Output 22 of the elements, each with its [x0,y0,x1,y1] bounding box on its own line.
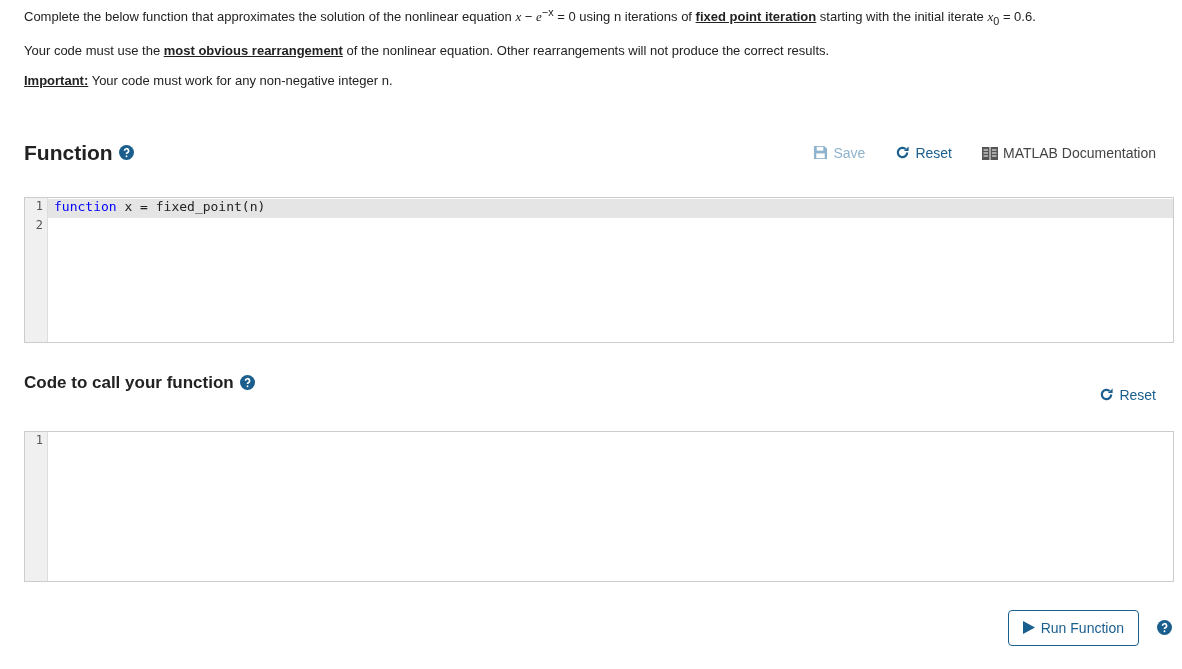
code-editor[interactable]: 1 [24,430,1174,582]
refresh-icon [1099,387,1115,403]
run-function-button[interactable]: Run Function [1007,609,1139,646]
refresh-icon [895,145,911,161]
section-title: Code to call your function [24,372,234,393]
instruction-text: Important: Your code must work for any non-negative integer n. [24,71,394,90]
line-number: 1 [34,432,44,449]
book-icon [981,145,998,160]
help-icon[interactable] [239,375,255,391]
save-icon [813,145,829,161]
instruction-text: Your code must use the most obvious rearrangement of the nonlinear equation. Other rearrangements will not produce the correct results. [24,41,831,60]
line-number: 2 [34,217,44,234]
section-title: Function [24,140,113,165]
help-icon[interactable] [118,145,134,161]
code-editor[interactable]: 1 2 function x = fixed_point(n) [24,196,1174,343]
line-number: 1 [34,198,44,215]
play-icon [1022,621,1035,635]
documentation-link[interactable]: MATLAB Documentation [981,144,1156,161]
reset-button[interactable]: Reset [1099,386,1156,403]
instruction-text: Complete the below function that approximates the solution of the nonlinear equation x − e$^{−x}$ = 0 using n iterations of fixed point iteration starting with the initial iterate x$_{0}$ = 0.6. [24,5,1037,29]
help-icon[interactable] [1157,620,1172,636]
reset-button[interactable]: Reset [895,144,952,161]
